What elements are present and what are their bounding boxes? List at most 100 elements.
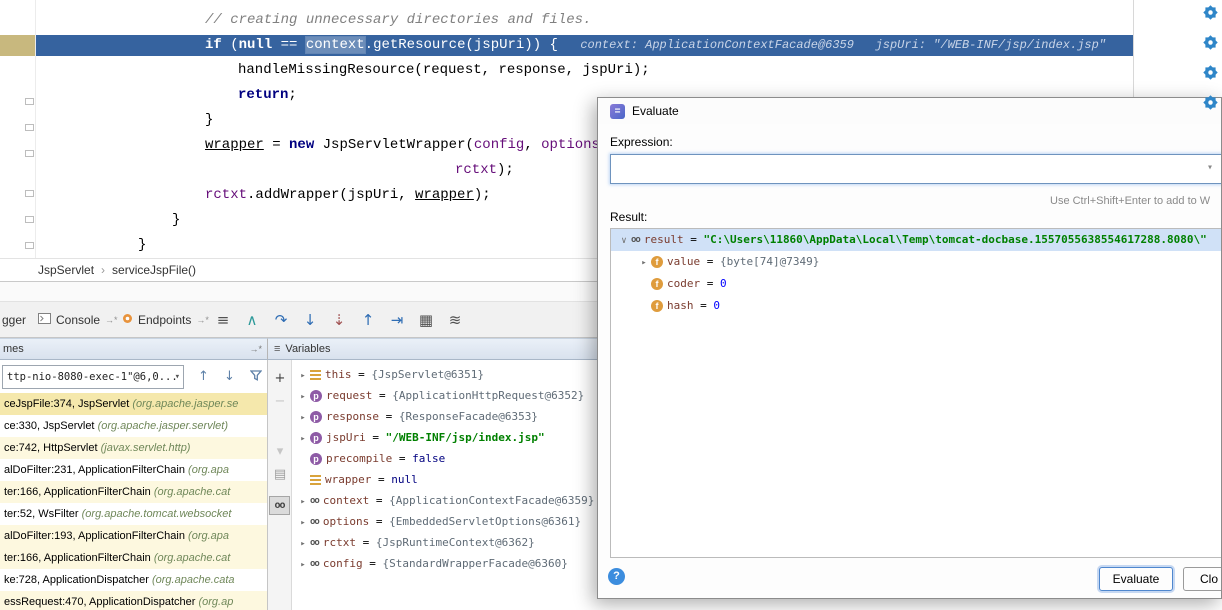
variable-value: {JspRuntimeContext@6362} [376,536,535,549]
step-into-icon[interactable]: ↓ [299,302,321,338]
evaluate-button[interactable]: Evaluate [1099,567,1173,591]
stack-frame-row[interactable]: alDoFilter:231, ApplicationFilterChain (… [0,459,268,481]
variable-name: this [325,368,352,381]
duplicate-icon[interactable]: ▤ [268,468,292,482]
result-row[interactable]: ▸fvalue = {byte[74]@7349} [611,251,1221,273]
fold-marker-icon[interactable] [25,190,34,197]
frames-header-arrow-icon[interactable]: →* [249,339,262,359]
layout-settings-icon[interactable]: ≋ [444,302,466,338]
variable-row[interactable]: ▸this = {JspServlet@6351} [292,364,597,385]
variable-row[interactable]: ▸oooptions = {EmbeddedServletOptions@636… [292,511,597,532]
expander-icon[interactable]: ▸ [296,492,310,513]
show-watches-icon[interactable]: oo [269,496,290,515]
variables-toolbar: + − ▾ ▤ oo [268,360,292,610]
fold-marker-icon[interactable] [25,242,34,249]
breadcrumb-class[interactable]: JspServlet [38,263,94,277]
stack-frame-row[interactable]: ke:728, ApplicationDispatcher (org.apach… [0,569,268,591]
result-value: {byte[74]@7349} [720,255,819,268]
variables-tree: ▸this = {JspServlet@6351}▸prequest = {Ap… [292,360,597,610]
add-watch-icon[interactable]: + [268,372,292,386]
equals-sign: = [700,277,720,290]
stack-frame-row[interactable]: ceJspFile:374, JspServlet (org.apache.ja… [0,393,268,415]
expander-icon[interactable]: ▸ [296,534,310,555]
fold-marker-icon[interactable] [25,150,34,157]
gear-icon[interactable] [1202,94,1219,111]
variable-row[interactable]: ▸prequest = {ApplicationHttpRequest@6352… [292,385,597,406]
expander-icon[interactable]: ∨ [617,230,631,251]
view-breakpoints-icon[interactable]: ▦ [415,302,437,338]
stack-frame-row[interactable]: essRequest:470, ApplicationDispatcher (o… [0,591,268,610]
field-icon: f [651,256,663,268]
tab-endpoints[interactable]: Endpoints →* [122,302,209,338]
result-name: hash [667,299,694,312]
stack-frame-row[interactable]: ter:166, ApplicationFilterChain (org.apa… [0,547,268,569]
equals-sign: = [392,452,412,465]
tab-debugger-partial[interactable]: gger [2,302,26,338]
variable-row[interactable]: pprecompile = false [292,448,597,469]
equals-sign: = [700,255,720,268]
equals-sign: = [694,299,714,312]
code-line: } [205,108,213,133]
variable-value: {ApplicationContextFacade@6359} [389,494,594,507]
frames-header-label: mes [3,343,24,355]
frames-panel-header: mes →* [0,338,268,360]
gear-icon[interactable] [1202,34,1219,51]
restore-layout-icon[interactable]: ≡ [212,302,234,338]
close-button[interactable]: Clo [1183,567,1222,591]
step-out-icon[interactable]: ↑ [357,302,379,338]
result-row[interactable]: fhash = 0 [611,295,1221,317]
variable-value: {EmbeddedServletOptions@6361} [389,515,581,528]
filter-frames-icon[interactable] [250,370,262,384]
equals-sign: = [356,536,376,549]
stack-frame-row[interactable]: ce:330, JspServlet (org.apache.jasper.se… [0,415,268,437]
show-execution-point-icon[interactable]: ∧ [241,302,263,338]
fold-marker-icon[interactable] [25,98,34,105]
gear-icon[interactable] [1202,4,1219,21]
previous-frame-icon[interactable]: ↑ [198,370,209,383]
variable-row[interactable]: ▸pjspUri = "/WEB-INF/jsp/index.jsp" [292,427,597,448]
result-row[interactable]: fcoder = 0 [611,273,1221,295]
expander-icon[interactable]: ▸ [296,513,310,534]
expander-icon[interactable]: ▸ [296,429,310,450]
remove-watch-icon[interactable]: − [268,395,292,409]
fold-marker-icon[interactable] [25,124,34,131]
expander-icon[interactable]: ▸ [296,408,310,429]
stack-frame-row[interactable]: ce:742, HttpServlet (javax.servlet.http) [0,437,268,459]
step-over-icon[interactable]: ↷ [270,302,292,338]
help-icon[interactable]: ? [608,568,625,585]
menu-icon[interactable]: ≡ [274,343,280,355]
force-step-into-icon[interactable]: ⇣ [328,302,350,338]
move-down-icon[interactable]: ▾ [268,445,292,459]
variable-row[interactable]: ▸oocontext = {ApplicationContextFacade@6… [292,490,597,511]
gear-icon[interactable] [1202,64,1219,81]
expander-icon[interactable]: ▸ [296,387,310,408]
tab-console[interactable]: Console →* [38,302,118,338]
variable-row[interactable]: ▸ooconfig = {StandardWrapperFacade@6360} [292,553,597,574]
dialog-title: Evaluate [632,104,679,118]
expander-icon[interactable]: ▸ [296,366,310,387]
parameter-icon: p [310,390,322,402]
code-line: return; [238,83,297,108]
chevron-down-icon[interactable]: ▾ [1207,155,1213,183]
result-value: 0 [720,277,727,290]
breadcrumb-method[interactable]: serviceJspFile() [112,263,196,277]
variable-row[interactable]: wrapper = null [292,469,597,490]
code-line: // creating unnecessary directories and … [205,8,591,33]
result-row[interactable]: ∨ooresult = "C:\Users\11860\AppData\Loca… [611,229,1221,251]
next-frame-icon[interactable]: ↓ [224,370,235,383]
stack-frame-row[interactable]: ter:166, ApplicationFilterChain (org.apa… [0,481,268,503]
frame-package: (org.apache.cat [154,552,230,564]
variable-row[interactable]: ▸presponse = {ResponseFacade@6353} [292,406,597,427]
field-icon: f [651,278,663,290]
stack-frame-row[interactable]: alDoFilter:193, ApplicationFilterChain (… [0,525,268,547]
watch-glasses-icon: oo [310,554,319,575]
frame-location: ke:728, ApplicationDispatcher [4,574,152,586]
run-to-cursor-icon[interactable]: ⇥ [386,302,408,338]
expander-icon[interactable]: ▸ [637,252,651,273]
stack-frame-row[interactable]: ter:52, WsFilter (org.apache.tomcat.webs… [0,503,268,525]
variable-row[interactable]: ▸oorctxt = {JspRuntimeContext@6362} [292,532,597,553]
expander-icon[interactable]: ▸ [296,555,310,576]
tab-arrow-icon: →* [196,315,209,325]
fold-marker-icon[interactable] [25,216,34,223]
expression-input[interactable]: context.getRealPath("/") ▾ [610,154,1222,184]
